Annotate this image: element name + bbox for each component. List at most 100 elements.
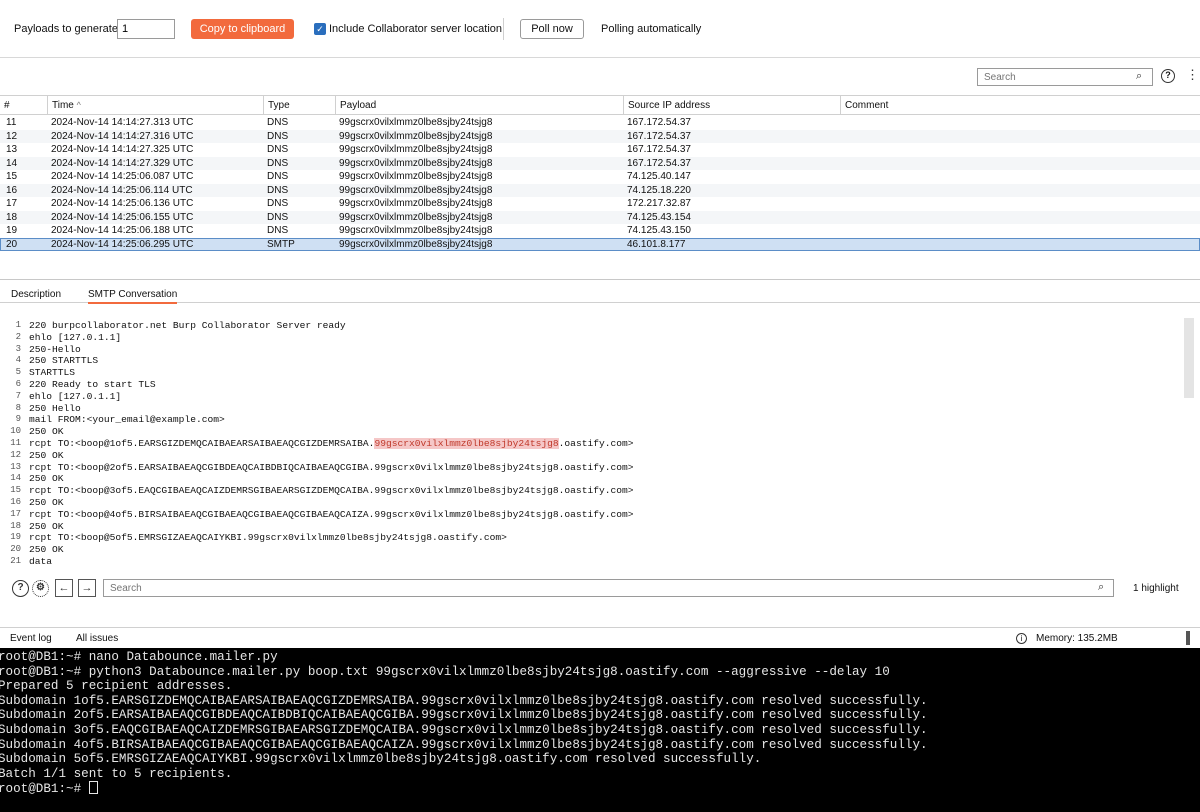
- search-highlight: 99gscrx0vilxlmmz0lbe8sjby24tsjg8: [374, 438, 559, 449]
- cell-source-ip: 167.172.54.37: [627, 144, 691, 155]
- search-icon[interactable]: ⌕: [1136, 70, 1142, 83]
- copy-to-clipboard-button[interactable]: Copy to clipboard: [191, 19, 294, 39]
- code-text: 250 OK: [29, 473, 64, 485]
- cell-type: DNS: [267, 198, 289, 209]
- cell-type: DNS: [267, 171, 289, 182]
- code-text: 250 Hello: [29, 402, 81, 414]
- code-text: 250 OK: [29, 520, 64, 532]
- column-header-time-label: Time: [52, 100, 74, 111]
- table-row[interactable]: 17 2024-Nov-14 14:25:06.136 UTC DNS 99gscrx…: [0, 197, 1200, 211]
- code-text: 220 Ready to start TLS: [29, 379, 156, 390]
- table-row[interactable]: 13 2024-Nov-14 14:14:27.325 UTC DNS 99gscrx…: [0, 143, 1200, 157]
- cell-time: 2024-Nov-14 14:25:06.114 UTC: [51, 184, 193, 196]
- code-text: data: [29, 556, 53, 567]
- editor-scrollbar[interactable]: [1184, 318, 1194, 398]
- payload-count-input[interactable]: [117, 19, 175, 39]
- more-options-icon[interactable]: ⋮: [1186, 67, 1199, 83]
- cell-type: DNS: [267, 130, 289, 142]
- code-text: 250-Hello: [29, 343, 81, 355]
- column-header-payload[interactable]: Payload: [335, 96, 623, 115]
- cell-source-ip: 74.125.43.154: [627, 211, 691, 223]
- cell-number: 15: [6, 171, 18, 182]
- table-row[interactable]: 14 2024-Nov-14 14:14:27.329 UTC DNS 99gscrx…: [0, 156, 1200, 170]
- column-header-source-ip[interactable]: Source IP address: [623, 96, 840, 115]
- code-line: rcpt TO:<boop@4of5.BIRSAIBAEAQCGIBAEAQCG…: [29, 509, 634, 520]
- event-log-tab[interactable]: Event log: [10, 633, 52, 644]
- table-row[interactable]: 16 2024-Nov-14 14:25:06.114 UTC DNS 99gscrx…: [0, 183, 1200, 197]
- cell-comment: [844, 170, 1194, 183]
- settings-gear-icon[interactable]: ⚙: [32, 580, 49, 597]
- cell-number: 12: [6, 130, 18, 142]
- all-issues-tab[interactable]: All issues: [76, 633, 118, 644]
- code-line: mail FROM:<your_email@example.com>: [29, 414, 225, 425]
- polling-status: Polling automatically: [601, 23, 702, 35]
- terminal-line: Prepared 5 recipient addresses.: [0, 679, 232, 693]
- line-number: 19: [10, 532, 21, 543]
- column-header-comment[interactable]: Comment: [840, 96, 1200, 115]
- line-number: 2: [15, 331, 21, 342]
- table-row[interactable]: 12 2024-Nov-14 14:14:27.316 UTC DNS 99gscrx…: [0, 129, 1200, 143]
- cell-time: 2024-Nov-14 14:14:27.313 UTC: [51, 117, 194, 128]
- collaborator-toolbar: Payloads to generate: Copy to clipboard …: [0, 0, 1200, 58]
- cell-source-ip: 167.172.54.37: [627, 130, 691, 142]
- cell-time: 2024-Nov-14 14:25:06.188 UTC: [51, 225, 194, 236]
- line-number: 18: [10, 520, 21, 531]
- cell-payload: 99gscrx0vilxlmmz0lbe8sjby24tsjg8: [339, 225, 493, 236]
- terminal-window[interactable]: root@DB1:~# nano Databounce.mailer.py roo…: [0, 648, 1200, 812]
- column-header-number[interactable]: #: [0, 96, 47, 115]
- code-text: 250 OK: [29, 544, 64, 556]
- code-line: 250 OK: [29, 497, 64, 508]
- line-number: 1: [15, 320, 21, 330]
- cell-number: 16: [6, 184, 18, 196]
- smtp-conversation-editor[interactable]: 1 220 burpcollaborator.net Burp Collabora…: [0, 318, 1185, 570]
- code-text: ehlo [127.0.1.1]: [29, 390, 122, 402]
- line-number: 5: [15, 367, 21, 378]
- code-line: 250 OK: [29, 426, 64, 437]
- code-line: 220 Ready to start TLS: [29, 379, 156, 390]
- column-header-type[interactable]: Type: [263, 96, 335, 115]
- next-arrow-icon[interactable]: →: [78, 579, 96, 597]
- table-row[interactable]: 11 2024-Nov-14 14:14:27.313 UTC DNS 99gscrx…: [0, 116, 1200, 130]
- code-text-tail: .oastify.com>: [558, 438, 634, 449]
- line-number: 15: [10, 485, 21, 496]
- include-server-checkbox[interactable]: ✓: [314, 23, 326, 35]
- cell-time: 2024-Nov-14 14:25:06.155 UTC: [51, 211, 194, 223]
- code-line: rcpt TO:<boop@1of5.EARSGIZDEMQCAIBAEARSA…: [29, 438, 634, 449]
- code-text: ehlo [127.0.1.1]: [29, 331, 122, 343]
- cell-comment: [844, 224, 1194, 237]
- tab-smtp-conversation[interactable]: SMTP Conversation: [88, 289, 178, 304]
- cell-number: 14: [6, 157, 18, 169]
- poll-now-button[interactable]: Poll now: [520, 19, 584, 39]
- previous-arrow-icon[interactable]: ←: [55, 579, 73, 597]
- cell-payload: 99gscrx0vilxlmmz0lbe8sjby24tsjg8: [339, 157, 493, 169]
- line-number: 6: [15, 379, 21, 389]
- tab-description[interactable]: Description: [11, 289, 61, 300]
- code-line: 250-Hello: [29, 344, 81, 355]
- highlight-count: 1 highlight: [1133, 583, 1179, 594]
- code-line: 250 OK: [29, 473, 64, 484]
- memory-gauge-handle[interactable]: [1186, 631, 1190, 645]
- cell-number: 17: [6, 198, 18, 209]
- code-text: rcpt TO:<boop@4of5.BIRSAIBAEAQCGIBAEAQCG…: [29, 508, 634, 520]
- cell-comment: [844, 238, 1194, 251]
- terminal-text: Subdomain 5of5.EMRSGIZAEAQCAIYKBI.99gscr…: [0, 752, 762, 767]
- line-number: 13: [10, 461, 21, 472]
- column-header-time[interactable]: Time ^: [47, 96, 263, 115]
- table-row[interactable]: 18 2024-Nov-14 14:25:06.155 UTC DNS 99gscrx…: [0, 210, 1200, 224]
- table-row[interactable]: 15 2024-Nov-14 14:25:06.087 UTC DNS 99gscrx…: [0, 170, 1200, 184]
- help-icon[interactable]: ?: [1161, 69, 1175, 83]
- terminal-text: root@DB1:~#: [0, 782, 89, 797]
- status-bar: Event log All issues i Memory: 135.2MB: [0, 627, 1200, 647]
- help-icon[interactable]: ?: [12, 580, 29, 597]
- toolbar-divider: [503, 18, 504, 40]
- cell-number: 18: [6, 211, 18, 223]
- search-icon[interactable]: ⌕: [1098, 581, 1104, 594]
- cell-time: 2024-Nov-14 14:25:06.136 UTC: [51, 198, 194, 209]
- code-line: 250 OK: [29, 544, 64, 555]
- terminal-line: Subdomain 2of5.EARSAIBAEAQCGIBDEAQCAIBDB…: [0, 708, 928, 722]
- table-row[interactable]: 20 2024-Nov-14 14:25:06.295 UTC SMTP 99gscr…: [0, 237, 1200, 251]
- editor-search-input[interactable]: [103, 579, 1114, 597]
- table-row[interactable]: 19 2024-Nov-14 14:25:06.188 UTC DNS 99gscrx…: [0, 224, 1200, 238]
- table-search-input[interactable]: [977, 68, 1153, 86]
- line-number: 8: [15, 402, 21, 413]
